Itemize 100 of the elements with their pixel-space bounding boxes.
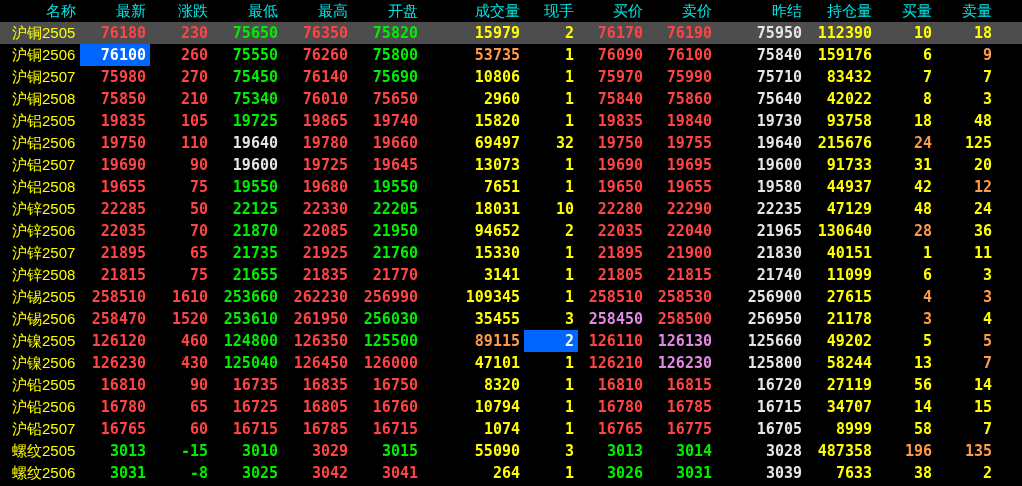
column-header[interactable]: 成交量 xyxy=(422,0,524,22)
table-cell: 487358 xyxy=(817,443,872,459)
table-cell: 22205 xyxy=(372,201,418,217)
table-cell: -8 xyxy=(189,465,208,481)
table-cell: 21770 xyxy=(372,267,418,283)
table-cell: 124800 xyxy=(223,333,278,349)
table-cell: 1 xyxy=(564,377,574,393)
table-cell: 19640 xyxy=(232,135,278,151)
table-cell-text: 沪锡2506 xyxy=(11,309,77,329)
table-cell: 56 xyxy=(913,377,932,393)
table-cell: 7 xyxy=(982,355,992,371)
table-cell: 3 xyxy=(982,267,992,283)
table-cell: 21870 xyxy=(232,223,278,239)
table-cell: 1 xyxy=(922,245,932,261)
table-cell-text: 沪铜2506 xyxy=(11,45,77,65)
table-cell: 22235 xyxy=(756,201,802,217)
column-header[interactable]: 买量 xyxy=(876,0,936,22)
table-cell: 76010 xyxy=(302,91,348,107)
table-cell: 19730 xyxy=(756,113,802,129)
table-cell: 49202 xyxy=(826,333,872,349)
column-header[interactable]: 涨跌 xyxy=(150,0,212,22)
column-header[interactable]: 买价 xyxy=(578,0,647,22)
table-cell: 126210 xyxy=(588,355,643,371)
table-cell-text: 沪铅2507 xyxy=(11,419,77,439)
table-cell: 16760 xyxy=(372,399,418,415)
table-cell: 3 xyxy=(564,443,574,459)
table-cell: -15 xyxy=(180,443,208,459)
table-cell: 19835 xyxy=(100,113,146,129)
table-cell: 4 xyxy=(922,289,932,305)
table-cell: 10 xyxy=(913,25,932,41)
table-cell: 75340 xyxy=(232,91,278,107)
table-cell: 16715 xyxy=(232,421,278,437)
column-header[interactable]: 最低 xyxy=(212,0,282,22)
table-cell: 16765 xyxy=(597,421,643,437)
table-cell: 1 xyxy=(564,69,574,85)
table-cell: 19755 xyxy=(666,135,712,151)
column-header[interactable]: 最高 xyxy=(282,0,352,22)
table-cell: 16780 xyxy=(100,399,146,415)
column-header[interactable]: 现手 xyxy=(524,0,578,22)
table-cell: 13073 xyxy=(474,157,520,173)
table-cell: 34707 xyxy=(826,399,872,415)
table-cell: 5 xyxy=(982,333,992,349)
table-cell: 1 xyxy=(564,179,574,195)
column-header[interactable]: 名称 xyxy=(0,0,80,22)
table-cell: 3 xyxy=(982,91,992,107)
table-cell: 21760 xyxy=(372,245,418,261)
table-cell-text: 沪铝2508 xyxy=(11,177,77,197)
table-cell: 16815 xyxy=(666,377,712,393)
table-cell: 75840 xyxy=(756,47,802,63)
table-cell: 15 xyxy=(973,399,992,415)
table-cell: 32 xyxy=(555,135,574,151)
table-cell: 94652 xyxy=(474,223,520,239)
table-row[interactable]: 沪铜2505 76180 230 75650 76350 75820 15979 2 76170 76190 75950 112390 10 18 xyxy=(0,22,1022,44)
column-header[interactable]: 最新 xyxy=(80,0,150,22)
table-cell-text: 沪锌2508 xyxy=(11,265,77,285)
table-cell: 3031 xyxy=(109,465,146,481)
table-cell: 76180 xyxy=(100,25,146,41)
table-cell: 1 xyxy=(564,47,574,63)
table-cell: 125040 xyxy=(223,355,278,371)
table-cell: 112390 xyxy=(817,25,872,41)
table-cell: 1 xyxy=(564,91,574,107)
table-cell-text: 沪锌2505 xyxy=(11,199,77,219)
table-cell: 21815 xyxy=(666,267,712,283)
table-cell: 3013 xyxy=(109,443,146,459)
table-cell: 196 xyxy=(904,443,932,459)
table-cell: 3031 xyxy=(675,465,712,481)
table-cell: 15820 xyxy=(474,113,520,129)
table-cell: 22285 xyxy=(100,201,146,217)
table-cell: 75450 xyxy=(232,69,278,85)
table-cell: 19600 xyxy=(756,157,802,173)
table-cell-text: 沪铅2505 xyxy=(11,375,77,395)
column-header[interactable]: 卖价 xyxy=(647,0,716,22)
table-cell: 125500 xyxy=(363,333,418,349)
table-cell: 19550 xyxy=(372,179,418,195)
column-header[interactable]: 卖量 xyxy=(936,0,996,22)
table-cell: 35455 xyxy=(474,311,520,327)
table-cell: 16810 xyxy=(597,377,643,393)
table-cell: 253660 xyxy=(223,289,278,305)
column-header[interactable]: 开盘 xyxy=(352,0,422,22)
table-cell: 2 xyxy=(564,333,574,349)
table-cell: 260 xyxy=(180,47,208,63)
table-cell: 38 xyxy=(913,465,932,481)
table-cell: 256950 xyxy=(747,311,802,327)
column-header[interactable]: 昨结 xyxy=(716,0,806,22)
table-cell: 19695 xyxy=(666,157,712,173)
table-cell: 3028 xyxy=(765,443,802,459)
table-cell: 65 xyxy=(189,245,208,261)
column-header[interactable]: 持仓量 xyxy=(806,0,876,22)
table-cell: 6 xyxy=(922,267,932,283)
table-cell: 19740 xyxy=(372,113,418,129)
table-cell: 8 xyxy=(922,91,932,107)
table-cell: 76190 xyxy=(666,25,712,41)
table-cell: 91733 xyxy=(826,157,872,173)
table-cell: 21655 xyxy=(232,267,278,283)
table-cell: 48 xyxy=(913,201,932,217)
table-cell: 258510 xyxy=(91,289,146,305)
table-cell-text: 沪铜2507 xyxy=(11,67,77,87)
table-cell: 16750 xyxy=(372,377,418,393)
table-cell: 21965 xyxy=(756,223,802,239)
table-cell: 126110 xyxy=(588,333,643,349)
